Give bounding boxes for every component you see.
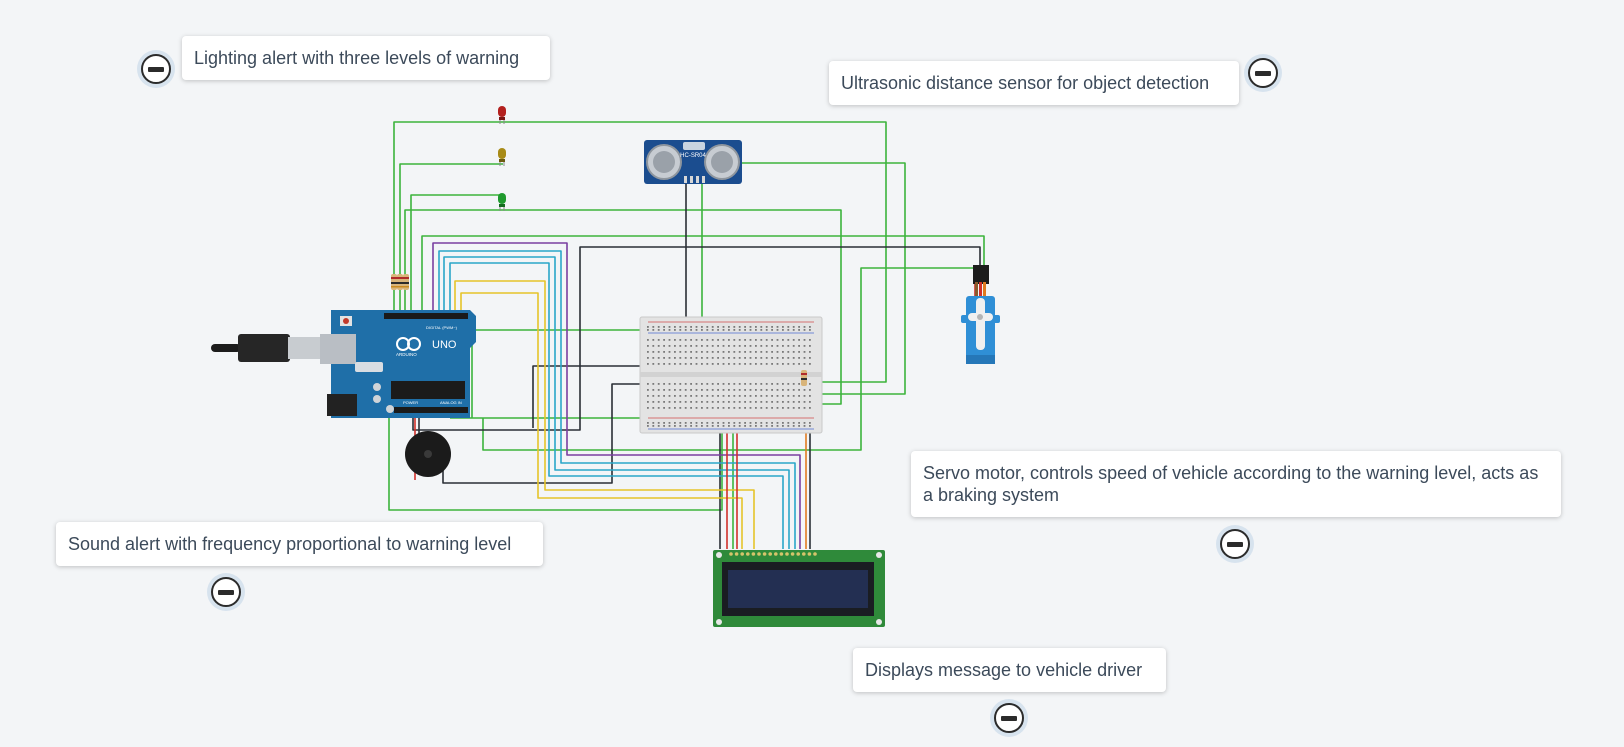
collapse-annotation-lcd-display-icon[interactable] (994, 703, 1024, 733)
arduino-label: UNO (432, 339, 457, 351)
led-green[interactable] (498, 193, 506, 211)
annotation-sound-alert: Sound alert with frequency proportional … (56, 522, 543, 566)
ultrasonic-sensor[interactable]: HC-SR04 (644, 140, 742, 184)
wire-green[interactable] (399, 163, 503, 310)
arduino-power-label: POWER (403, 400, 418, 405)
arduino-brand: ARDUINO (396, 352, 417, 357)
arduino-analog-label: ANALOG IN (440, 400, 462, 405)
annotation-lighting-alert: Lighting alert with three levels of warn… (182, 36, 550, 80)
annotation-text: Servo motor, controls speed of vehicle a… (923, 463, 1539, 505)
arduino-digital-label: DIGITAL (PWM~) (426, 325, 458, 330)
resistor[interactable] (801, 370, 807, 386)
collapse-annotation-lighting-alert-icon[interactable] (141, 54, 171, 84)
annotation-servo-motor: Servo motor, controls speed of vehicle a… (911, 451, 1561, 517)
resistor[interactable] (403, 274, 409, 290)
annotation-text: Displays message to vehicle driver (865, 660, 1143, 680)
annotation-text: Lighting alert with three levels of warn… (194, 48, 520, 68)
collapse-annotation-sound-alert-icon[interactable] (211, 577, 241, 607)
collapse-annotation-servo-motor-icon[interactable] (1220, 529, 1250, 559)
sensor-label: HC-SR04 (680, 153, 706, 159)
annotation-text: Ultrasonic distance sensor for object de… (841, 73, 1210, 93)
breadboard[interactable] (639, 316, 823, 434)
piezo-buzzer[interactable] (405, 431, 451, 477)
resistor[interactable] (397, 274, 403, 290)
servo-motor[interactable] (961, 265, 1000, 364)
annotation-ultrasonic-sensor: Ultrasonic distance sensor for object de… (829, 61, 1239, 105)
circuit-canvas[interactable]: HC-SR04 UNO ARDUINO DIGITAL (PWM~) POWER… (0, 0, 1624, 747)
collapse-annotation-ultrasonic-sensor-icon[interactable] (1248, 58, 1278, 88)
annotation-lcd-display: Displays message to vehicle driver (853, 648, 1166, 692)
arduino-uno[interactable]: UNO ARDUINO DIGITAL (PWM~) POWER ANALOG … (211, 310, 476, 418)
resistor[interactable] (391, 274, 397, 290)
annotation-text: Sound alert with frequency proportional … (68, 534, 512, 554)
lcd-display[interactable] (713, 550, 885, 627)
